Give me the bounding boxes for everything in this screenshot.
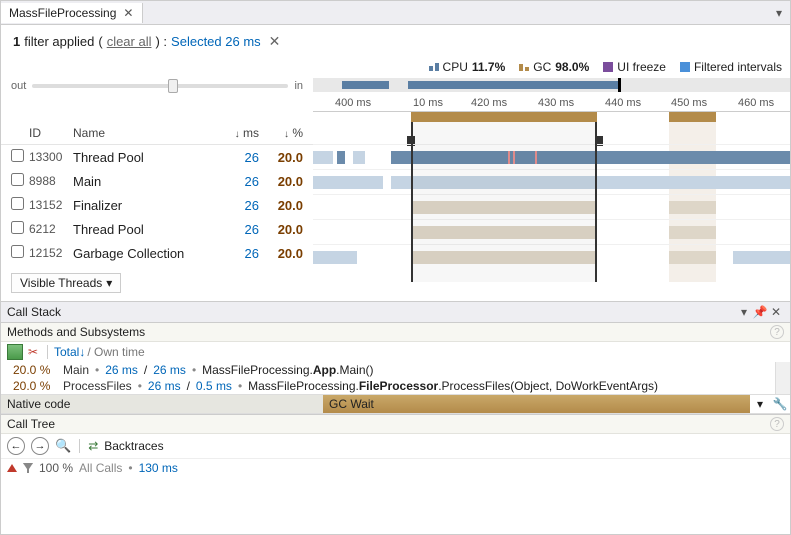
stack-row[interactable]: 20.0 % ProcessFiles • 26 ms / 0.5 ms • M…: [1, 378, 790, 394]
selected-filter-chip[interactable]: Selected 26 ms: [171, 34, 261, 49]
zoom-out-label: out: [11, 80, 26, 92]
call-tree-toolbar: ← → 🔍 ⇄ Backtraces: [1, 434, 790, 458]
table-row[interactable]: 6212 Thread Pool 26 20.0: [1, 217, 313, 241]
filter-label: filter applied: [24, 34, 94, 49]
square-icon: [680, 62, 690, 72]
gc-band: [313, 112, 790, 122]
native-code-segment[interactable]: Native code: [1, 395, 323, 413]
window-position-icon[interactable]: ▾: [736, 304, 752, 320]
table-row[interactable]: 13300 Thread Pool 26 20.0: [1, 145, 313, 169]
threads-pane: out in ID Name ↓ ms ↓ % 13300 Thread Poo…: [1, 78, 313, 301]
thread-lane: [313, 219, 790, 244]
overview-strip[interactable]: [313, 78, 790, 92]
call-tree-row[interactable]: 100 % All Calls • 130 ms: [1, 458, 790, 477]
visible-threads-dropdown[interactable]: Visible Threads▾: [11, 273, 121, 293]
stack-row[interactable]: 20.0 % Main • 26 ms / 26 ms • MassFilePr…: [1, 362, 790, 378]
timeline-body[interactable]: [313, 122, 790, 282]
zoom-in-label: in: [294, 80, 303, 92]
clear-all-link[interactable]: clear all: [107, 34, 152, 49]
own-time-label[interactable]: Own time: [94, 345, 145, 359]
chevron-down-icon: ▾: [106, 276, 112, 290]
thread-checkbox[interactable]: [11, 149, 24, 162]
remove-filter-icon[interactable]: ✕: [269, 33, 281, 50]
zoom-track[interactable]: [32, 84, 288, 88]
tab-bar: MassFileProcessing ✕ ▾: [1, 1, 790, 25]
forward-button[interactable]: →: [31, 437, 49, 455]
scrollbar[interactable]: [775, 362, 790, 394]
back-button[interactable]: ←: [7, 437, 25, 455]
filter-count: 1: [13, 34, 20, 49]
search-icon[interactable]: 🔍: [55, 438, 71, 454]
tab-title: MassFileProcessing: [9, 6, 116, 20]
timeline-pane[interactable]: 400 ms 10 ms 420 ms 430 ms 440 ms 450 ms…: [313, 78, 790, 301]
thread-lane: [313, 244, 790, 269]
pin-icon[interactable]: 📌: [752, 304, 768, 320]
close-icon[interactable]: ✕: [122, 7, 134, 19]
table-row[interactable]: 12152 Garbage Collection 26 20.0: [1, 241, 313, 265]
col-pct[interactable]: ↓ %: [259, 126, 303, 140]
time-ruler[interactable]: 400 ms 10 ms 420 ms 430 ms 440 ms 450 ms…: [313, 94, 790, 112]
col-ms[interactable]: ↓ ms: [215, 126, 259, 140]
call-stack-header: Call Stack ▾ 📌 ✕: [1, 301, 790, 323]
zoom-thumb[interactable]: [168, 79, 178, 93]
square-icon: [603, 62, 613, 72]
thread-lane: [313, 194, 790, 219]
subsystem-bar[interactable]: Native code GC Wait ▾ 🔧: [1, 394, 790, 414]
zoom-slider[interactable]: out in: [1, 78, 313, 96]
tree-icon[interactable]: [7, 344, 23, 360]
total-link[interactable]: Total↓: [54, 345, 85, 359]
help-icon[interactable]: ?: [770, 325, 784, 339]
legend-ui-freeze: UI freeze: [603, 60, 666, 74]
thread-checkbox[interactable]: [11, 197, 24, 210]
call-tree-ms: 130 ms: [139, 461, 178, 475]
hotspot-icon: [7, 464, 17, 472]
thread-lane: [313, 144, 790, 169]
legend: CPU 11.7% GC 98.0% UI freeze Filtered in…: [1, 58, 790, 78]
backtraces-icon[interactable]: ⇄: [88, 439, 98, 453]
thread-checkbox[interactable]: [11, 245, 24, 258]
thread-table-header: ID Name ↓ ms ↓ %: [1, 96, 313, 145]
panel-title-text: Call Stack: [7, 305, 61, 319]
close-icon[interactable]: ✕: [768, 304, 784, 320]
thread-checkbox[interactable]: [11, 221, 24, 234]
methods-subhead: Methods and Subsystems ?: [1, 323, 790, 342]
call-tree-pct: 100 %: [39, 461, 73, 475]
tab-massfileprocessing[interactable]: MassFileProcessing ✕: [1, 3, 143, 23]
cpu-icon: [429, 63, 439, 71]
funnel-icon: [23, 463, 33, 473]
gc-icon: [519, 63, 529, 71]
thread-checkbox[interactable]: [11, 173, 24, 186]
gc-wait-segment[interactable]: GC Wait: [323, 395, 750, 413]
call-stack-toolbar: ✂ Total↓ / Own time: [1, 342, 790, 362]
tab-overflow-button[interactable]: ▾: [768, 6, 790, 20]
all-calls-label: All Calls: [79, 461, 122, 475]
legend-filtered: Filtered intervals: [680, 60, 782, 74]
call-tree-header: Call Tree ?: [1, 415, 790, 434]
table-row[interactable]: 8988 Main 26 20.0: [1, 169, 313, 193]
thread-lane: [313, 169, 790, 194]
legend-cpu: CPU 11.7%: [429, 60, 506, 74]
table-row[interactable]: 13152 Finalizer 26 20.0: [1, 193, 313, 217]
legend-gc: GC 98.0%: [519, 60, 589, 74]
wrench-icon[interactable]: 🔧: [770, 395, 790, 413]
col-id[interactable]: ID: [29, 126, 73, 140]
col-name[interactable]: Name: [73, 126, 215, 140]
main-area: out in ID Name ↓ ms ↓ % 13300 Thread Poo…: [1, 78, 790, 301]
filter-icon[interactable]: ✂: [25, 344, 41, 360]
backtraces-label[interactable]: Backtraces: [104, 439, 163, 453]
help-icon[interactable]: ?: [770, 417, 784, 431]
chevron-down-icon[interactable]: ▾: [750, 395, 770, 413]
filter-bar: 1 filter applied (clear all) : Selected …: [1, 25, 790, 58]
overview-marker[interactable]: [618, 78, 621, 92]
